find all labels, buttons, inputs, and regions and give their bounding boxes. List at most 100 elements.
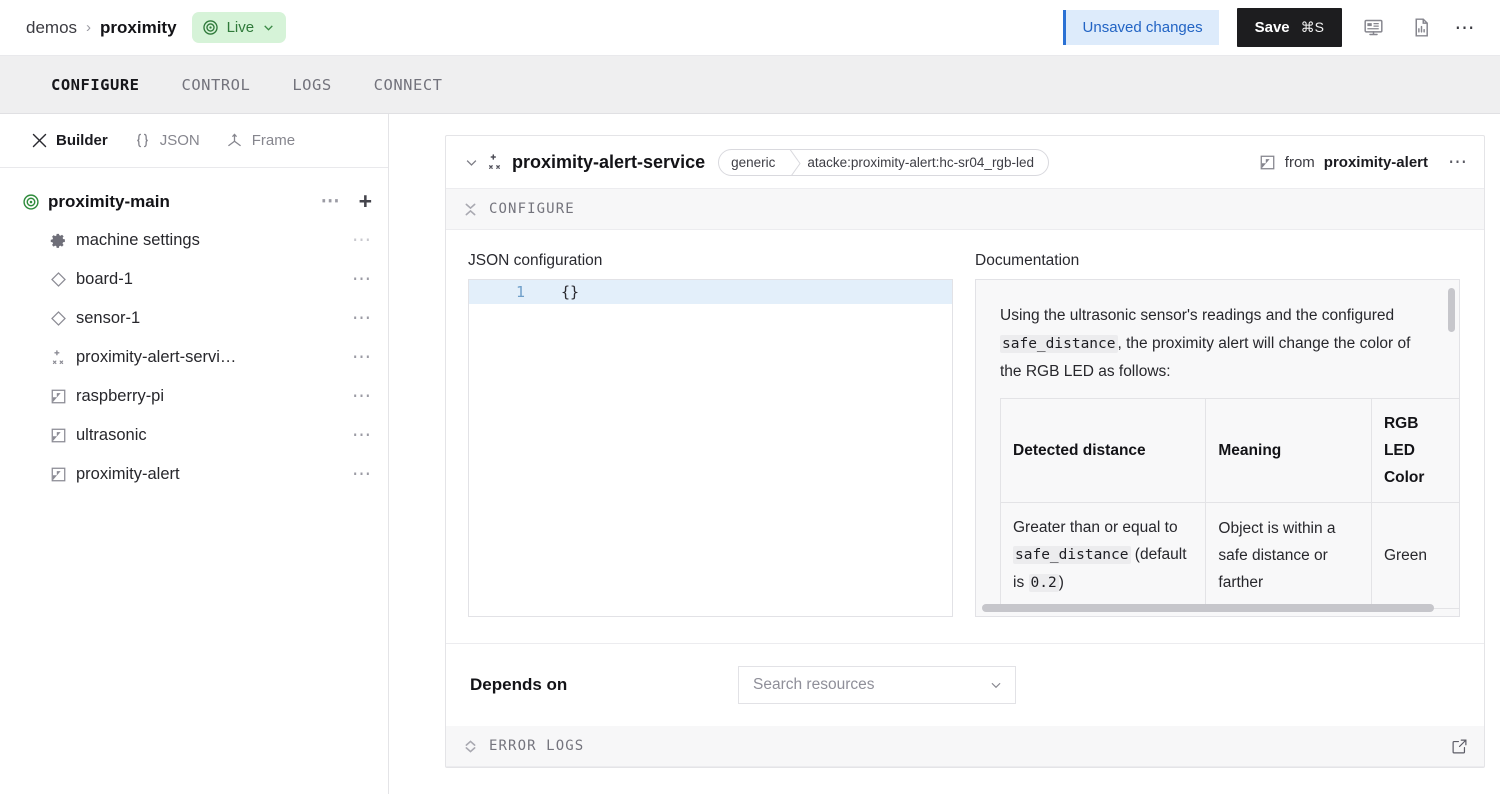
pill-type: generic [731,154,776,170]
more-options-icon[interactable]: ⋯ [1448,11,1482,45]
documentation-paragraph: Using the ultrasonic sensor's readings a… [1000,302,1433,386]
search-resources-select[interactable]: Search resources [738,666,1016,704]
module-icon [50,466,76,483]
sidebar-item-ultrasonic[interactable]: ultrasonic ⋯ [0,416,388,455]
sidebar: Builder JSON Frame proximity-main ⋯ + ma… [0,114,389,794]
depends-on-label: Depends on [470,675,568,694]
table-header-cell: RGB LED Color [1370,398,1459,503]
tree-row-actions: ⋯ [352,309,372,328]
json-configuration-column: JSON configuration 1 {} [468,252,953,617]
sidebar-item-proximity-alert[interactable]: proximity-alert ⋯ [0,455,388,494]
depends-on-row: Depends on Search resources [446,643,1484,726]
documentation-horizontal-scrollbar[interactable] [982,604,1435,612]
table-cell-color: Green [1370,502,1459,609]
sidebar-item-proximity-alert-service[interactable]: proximity-alert-servi… ⋯ [0,338,388,377]
from-module[interactable]: from proximity-alert [1259,154,1428,171]
sidebar-mode-builder[interactable]: Builder [30,132,108,150]
doc-text-a: Using the ultrasonic sensor's readings a… [1000,307,1395,324]
save-button[interactable]: Save ⌘S [1236,8,1342,47]
main-content: proximity-alert-service generic atacke:p… [389,114,1500,794]
documentation-content: Using the ultrasonic sensor's readings a… [976,280,1459,616]
section-header-error-logs[interactable]: ERROR LOGS [446,726,1484,767]
documentation-horizontal-scrollbar-track [982,604,1453,612]
editor-code: {} [561,283,580,301]
unsaved-changes-badge[interactable]: Unsaved changes [1062,10,1219,45]
editor-line: 1 {} [469,280,952,304]
tree-row-actions: ⋯ + [321,190,372,213]
tab-configure[interactable]: CONFIGURE [30,56,161,113]
breadcrumb: demos › proximity [26,18,177,38]
save-shortcut: ⌘S [1300,19,1324,35]
tab-logs[interactable]: LOGS [271,56,352,113]
table-header-row: Detected distance Meaning RGB LED Color [999,398,1459,503]
more-options-icon[interactable]: ⋯ [352,309,372,328]
tab-connect[interactable]: CONNECT [353,56,464,113]
section-header-configure[interactable]: CONFIGURE [446,189,1484,230]
monitor-icon[interactable] [1356,11,1390,45]
tree-row-actions: ⋯ [352,270,372,289]
documentation-vertical-scrollbar[interactable] [1448,288,1455,332]
add-resource-icon[interactable]: + [359,190,372,213]
cell-text-pre: Greater than or equal to [1013,519,1178,536]
from-module-name: proximity-alert [1323,153,1428,171]
module-icon [1259,154,1276,171]
sidebar-item-board-1[interactable]: board-1 ⋯ [0,260,388,299]
documentation-table: Detected distance Meaning RGB LED Color … [999,398,1459,609]
sidebar-item-label: proximity-alert-servi… [76,348,237,366]
doc-code-safe-distance: safe_distance [1000,335,1118,353]
body-split: Builder JSON Frame proximity-main ⋯ + ma… [0,114,1500,794]
service-card-header: proximity-alert-service generic atacke:p… [446,136,1484,189]
sidebar-item-machine-settings[interactable]: machine settings ⋯ [0,221,388,260]
sidebar-item-proximity-main[interactable]: proximity-main ⋯ + [0,182,388,221]
table-cell-distance: Greater than or equal to safe_distance (… [999,502,1207,609]
frame-axes-icon [226,132,244,150]
gear-icon [50,232,76,249]
tree-row-actions: ⋯ [352,231,372,250]
more-options-icon[interactable]: ⋯ [352,387,372,406]
breadcrumb-root[interactable]: demos [26,18,77,38]
open-external-icon[interactable] [1451,738,1468,755]
sidebar-item-sensor-1[interactable]: sensor-1 ⋯ [0,299,388,338]
live-label: Live [226,19,255,36]
sidebar-item-label: proximity-alert [76,465,180,483]
live-status-badge[interactable]: Live [191,12,287,43]
save-label: Save [1254,19,1290,36]
app-root: demos › proximity Live Unsaved changes S… [0,0,1500,794]
sidebar-item-raspberry-pi[interactable]: raspberry-pi ⋯ [0,377,388,416]
json-configuration-label: JSON configuration [468,252,603,269]
more-options-icon[interactable]: ⋯ [1448,153,1468,172]
report-file-icon[interactable] [1404,11,1438,45]
tree-row-actions: ⋯ [352,387,372,406]
tree-row-actions: ⋯ [352,465,372,484]
sidebar-mode-frame[interactable]: Frame [226,132,295,150]
json-editor[interactable]: 1 {} [468,279,953,617]
editor-line-number: 1 [515,283,525,301]
radar-icon [202,19,219,36]
service-sparkle-icon [486,153,512,172]
resource-tree: proximity-main ⋯ + machine settings ⋯ bo… [0,168,388,494]
tab-control[interactable]: CONTROL [161,56,272,113]
chevron-down-icon[interactable] [464,155,486,170]
documentation-panel[interactable]: Using the ultrasonic sensor's readings a… [975,279,1460,617]
tree-row-actions: ⋯ [352,426,372,445]
more-options-icon[interactable]: ⋯ [352,465,372,484]
sidebar-mode-json[interactable]: JSON [134,132,200,150]
collapse-toggle-icon [464,202,477,217]
table-row: Greater than or equal to safe_distance (… [999,502,1459,609]
more-options-icon[interactable]: ⋯ [352,270,372,289]
from-prefix: from [1284,153,1315,171]
model-pill: generic atacke:proximity-alert:hc-sr04_r… [718,148,1049,176]
breadcrumb-separator-icon: › [86,19,92,36]
more-options-icon[interactable]: ⋯ [352,426,372,445]
braces-icon [134,132,152,150]
sidebar-mode-builder-label: Builder [56,132,108,149]
service-sparkle-icon [50,349,76,367]
cell-code-default-value: 0.2 [1028,574,1059,592]
diamond-icon [50,271,76,288]
more-options-icon[interactable]: ⋯ [352,348,372,367]
breadcrumb-current[interactable]: proximity [100,18,177,38]
more-options-icon[interactable]: ⋯ [352,231,372,250]
more-options-icon[interactable]: ⋯ [321,192,341,211]
cell-code-safe-distance: safe_distance [1013,546,1131,564]
radar-icon [22,193,48,211]
